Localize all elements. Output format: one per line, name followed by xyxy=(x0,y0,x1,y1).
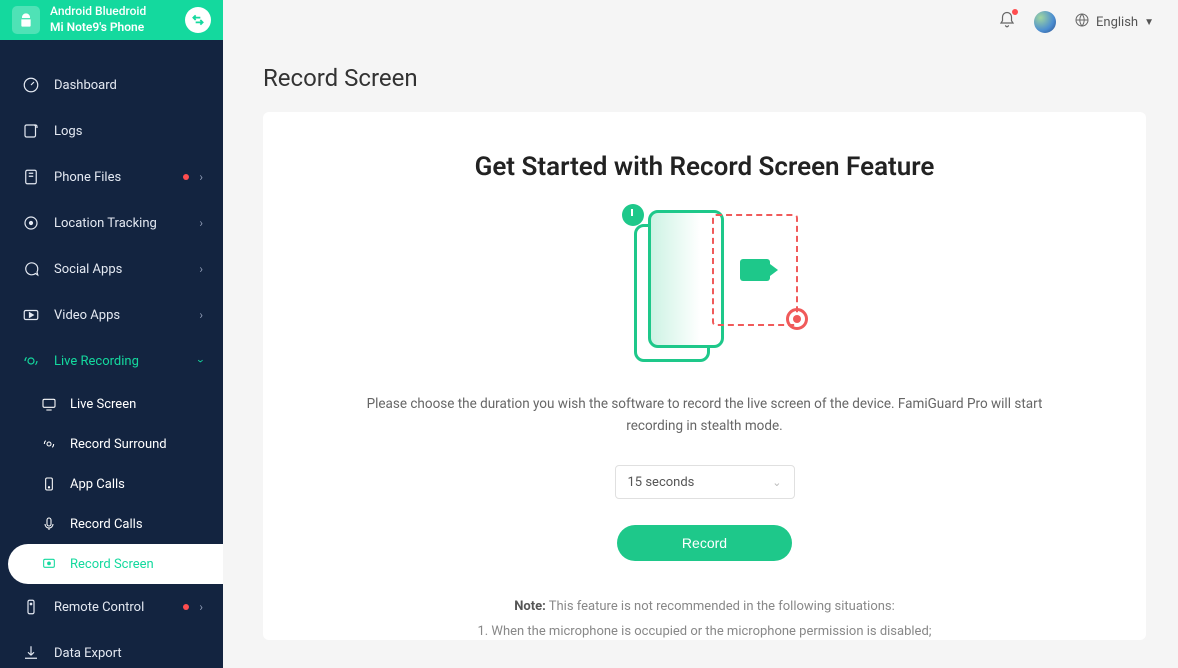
sidebar-item-phone-files[interactable]: Phone Files › xyxy=(0,154,223,200)
caret-down-icon: ▼ xyxy=(1144,17,1154,28)
sidebar-item-social-apps[interactable]: Social Apps › xyxy=(0,246,223,292)
globe-icon xyxy=(1074,12,1090,32)
nav: Dashboard Logs Phone Files › Location Tr… xyxy=(0,40,223,668)
sidebar-subitem-record-screen[interactable]: Record Screen xyxy=(8,544,223,584)
chat-icon xyxy=(22,260,40,278)
main: English ▼ Record Screen Get Started with… xyxy=(223,0,1178,668)
sidebar-item-label: Record Calls xyxy=(70,517,143,532)
note-label: Note: xyxy=(514,599,546,614)
surround-icon xyxy=(40,436,58,452)
chevron-down-icon: ⌄ xyxy=(772,476,781,489)
sidebar-item-data-export[interactable]: Data Export xyxy=(0,630,223,668)
sidebar-item-label: Live Recording xyxy=(54,354,199,369)
sidebar-subitem-record-calls[interactable]: Record Calls xyxy=(0,504,223,544)
topbar: English ▼ xyxy=(223,0,1178,44)
chevron-right-icon: › xyxy=(199,216,203,230)
duration-value: 15 seconds xyxy=(628,475,695,490)
sidebar-subitem-record-surround[interactable]: Record Surround xyxy=(0,424,223,464)
device-header[interactable]: Android Bluedroid Mi Note9's Phone xyxy=(0,0,223,40)
sidebar-item-location-tracking[interactable]: Location Tracking › xyxy=(0,200,223,246)
remote-icon xyxy=(22,598,40,616)
sidebar-item-label: Logs xyxy=(54,124,203,139)
sidebar-item-label: Location Tracking xyxy=(54,216,199,231)
notifications-button[interactable] xyxy=(998,11,1016,33)
app-calls-icon xyxy=(40,476,58,492)
files-icon xyxy=(22,168,40,186)
device-line1: Android Bluedroid xyxy=(50,4,185,20)
sidebar-item-label: Record Surround xyxy=(70,437,167,452)
page-title: Record Screen xyxy=(223,44,1178,112)
notes: Note: This feature is not recommended in… xyxy=(293,595,1116,640)
record-button[interactable]: Record xyxy=(617,525,792,561)
sidebar-item-label: Phone Files xyxy=(54,170,183,185)
device-line2: Mi Note9's Phone xyxy=(50,20,185,36)
note-line-1: 1. When the microphone is occupied or th… xyxy=(293,620,1116,640)
notification-dot xyxy=(183,174,189,180)
notification-dot xyxy=(1012,9,1018,15)
export-icon xyxy=(22,644,40,662)
video-icon xyxy=(22,306,40,324)
location-icon xyxy=(22,214,40,232)
sidebar-item-video-apps[interactable]: Video Apps › xyxy=(0,292,223,338)
sync-icon[interactable] xyxy=(185,7,211,33)
app-root: Android Bluedroid Mi Note9's Phone Dashb… xyxy=(0,0,1178,668)
note-intro: This feature is not recommended in the f… xyxy=(546,599,895,614)
android-icon xyxy=(12,6,40,34)
sidebar-item-label: Video Apps xyxy=(54,308,199,323)
sidebar-item-label: Record Screen xyxy=(70,557,154,572)
logs-icon xyxy=(22,122,40,140)
record-screen-icon xyxy=(40,556,58,572)
avatar[interactable] xyxy=(1034,11,1056,33)
language-selector[interactable]: English ▼ xyxy=(1074,12,1154,32)
sidebar-item-logs[interactable]: Logs xyxy=(0,108,223,154)
screen-icon xyxy=(40,396,58,412)
mic-icon xyxy=(40,516,58,532)
description-text: Please choose the duration you wish the … xyxy=(365,394,1045,437)
sidebar-item-live-recording[interactable]: Live Recording › xyxy=(0,338,223,384)
record-icon xyxy=(22,352,40,370)
chevron-down-icon: › xyxy=(194,359,208,363)
gauge-icon xyxy=(22,76,40,94)
sidebar-item-label: Social Apps xyxy=(54,262,199,277)
device-text: Android Bluedroid Mi Note9's Phone xyxy=(50,4,185,35)
content-card: Get Started with Record Screen Feature P… xyxy=(263,112,1146,640)
chevron-right-icon: › xyxy=(199,600,203,614)
sidebar-item-remote-control[interactable]: Remote Control › xyxy=(0,584,223,630)
page-heading: Get Started with Record Screen Feature xyxy=(293,152,1116,182)
sidebar-item-label: Data Export xyxy=(54,646,203,661)
illustration xyxy=(620,206,790,366)
notification-dot xyxy=(183,604,189,610)
sidebar-item-label: Dashboard xyxy=(54,78,203,93)
language-label: English xyxy=(1096,15,1138,30)
chevron-right-icon: › xyxy=(199,262,203,276)
sidebar-item-label: Live Screen xyxy=(70,397,136,412)
chevron-right-icon: › xyxy=(199,170,203,184)
sidebar-item-label: Remote Control xyxy=(54,600,183,615)
sidebar-subitem-app-calls[interactable]: App Calls xyxy=(0,464,223,504)
sidebar-subitem-live-screen[interactable]: Live Screen xyxy=(0,384,223,424)
chevron-right-icon: › xyxy=(199,308,203,322)
sidebar-item-dashboard[interactable]: Dashboard xyxy=(0,62,223,108)
duration-select[interactable]: 15 seconds ⌄ xyxy=(615,465,795,499)
sidebar-item-label: App Calls xyxy=(70,477,125,492)
sidebar: Android Bluedroid Mi Note9's Phone Dashb… xyxy=(0,0,223,668)
